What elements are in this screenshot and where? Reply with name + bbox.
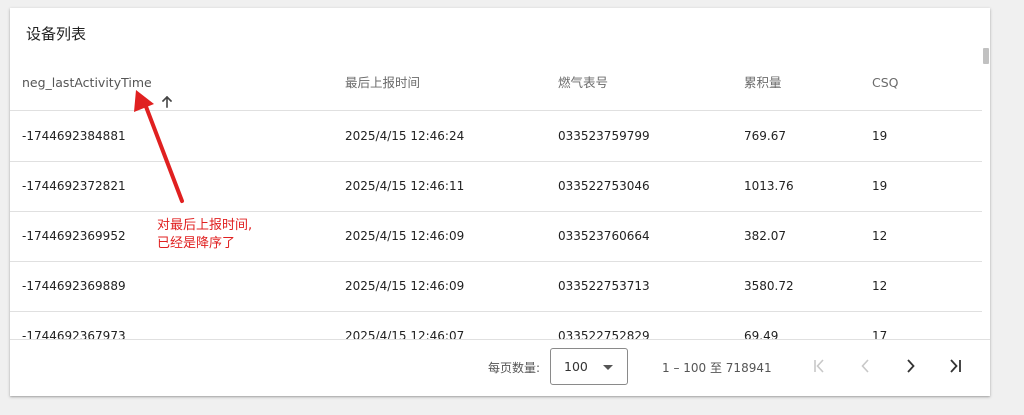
cell-last-report-time: 2025/4/15 12:46:09 xyxy=(345,279,465,293)
cell-neg-last-activity-time: -1744692369952 xyxy=(22,229,126,243)
paginator: 每页数量: 100 1 – 100 至 718941 xyxy=(10,339,990,396)
cell-last-report-time: 2025/4/15 12:46:11 xyxy=(345,179,465,193)
annotation-line-1: 对最后上报时间, xyxy=(157,218,253,233)
scrollbar-thumb[interactable] xyxy=(983,48,989,64)
device-list-card: 设备列表 neg_lastActivityTime 最后上报时间 燃气表号 累积… xyxy=(10,8,990,396)
first-page-icon xyxy=(814,359,824,373)
page-range-label: 1 – 100 至 718941 xyxy=(662,361,772,375)
card-title: 设备列表 xyxy=(26,25,87,43)
page-size-label: 每页数量: xyxy=(488,361,541,375)
table-scroll-area[interactable]: neg_lastActivityTime 最后上报时间 燃气表号 累积量 CSQ… xyxy=(10,56,982,339)
cell-meter-number: 033522753046 xyxy=(558,179,650,193)
cell-cumulative: 382.07 xyxy=(744,229,786,243)
header-csq[interactable]: CSQ xyxy=(872,56,899,110)
table-header-row: neg_lastActivityTime 最后上报时间 燃气表号 累积量 CSQ xyxy=(10,56,982,111)
page-size-value: 100 xyxy=(564,359,588,374)
arrow-up-icon[interactable] xyxy=(161,77,172,108)
cell-cumulative: 69.49 xyxy=(744,329,779,339)
table-row[interactable]: -1744692367973 2025/4/15 12:46:07 033522… xyxy=(10,311,982,339)
next-page-button[interactable] xyxy=(897,352,925,380)
header-last-report-time[interactable]: 最后上报时间 xyxy=(345,56,420,110)
header-label: neg_lastActivityTime xyxy=(22,75,152,90)
cell-neg-last-activity-time: -1744692372821 xyxy=(22,179,126,193)
cell-last-report-time: 2025/4/15 12:46:07 xyxy=(345,329,465,339)
cell-csq: 17 xyxy=(872,329,888,339)
last-page-icon xyxy=(950,359,961,373)
prev-page-icon xyxy=(861,359,869,373)
cell-cumulative: 1013.76 xyxy=(744,179,794,193)
cell-neg-last-activity-time: -1744692369889 xyxy=(22,279,126,293)
table-row[interactable]: -1744692369952 2025/4/15 12:46:09 033523… xyxy=(10,211,982,262)
table-row[interactable]: -1744692369889 2025/4/15 12:46:09 033522… xyxy=(10,261,982,312)
page-size-select[interactable]: 100 xyxy=(550,348,628,385)
chevron-down-icon xyxy=(603,365,613,370)
cell-cumulative: 769.67 xyxy=(744,129,786,143)
table-row[interactable]: -1744692372821 2025/4/15 12:46:11 033522… xyxy=(10,161,982,212)
cell-cumulative: 3580.72 xyxy=(744,279,794,293)
annotation-note: 对最后上报时间, 已经是降序了 xyxy=(157,217,252,253)
cell-csq: 12 xyxy=(872,279,888,293)
prev-page-button[interactable] xyxy=(852,352,880,380)
header-meter-number[interactable]: 燃气表号 xyxy=(558,56,608,110)
cell-last-report-time: 2025/4/15 12:46:24 xyxy=(345,129,465,143)
cell-neg-last-activity-time: -1744692384881 xyxy=(22,129,126,143)
cell-neg-last-activity-time: -1744692367973 xyxy=(22,329,126,339)
cell-meter-number: 033523759799 xyxy=(558,129,650,143)
cell-csq: 19 xyxy=(872,179,888,193)
next-page-icon xyxy=(907,359,915,373)
header-neg-last-activity-time[interactable]: neg_lastActivityTime xyxy=(22,56,172,110)
cell-last-report-time: 2025/4/15 12:46:09 xyxy=(345,229,465,243)
cell-meter-number: 033522753713 xyxy=(558,279,650,293)
first-page-button[interactable] xyxy=(805,352,833,380)
last-page-button[interactable] xyxy=(942,352,970,380)
vertical-scrollbar[interactable] xyxy=(982,48,990,339)
header-cumulative[interactable]: 累积量 xyxy=(744,56,782,110)
table-row[interactable]: -1744692384881 2025/4/15 12:46:24 033523… xyxy=(10,111,982,162)
cell-csq: 12 xyxy=(872,229,888,243)
cell-meter-number: 033522752829 xyxy=(558,329,650,339)
annotation-line-2: 已经是降序了 xyxy=(157,236,236,251)
cell-csq: 19 xyxy=(872,129,888,143)
cell-meter-number: 033523760664 xyxy=(558,229,650,243)
